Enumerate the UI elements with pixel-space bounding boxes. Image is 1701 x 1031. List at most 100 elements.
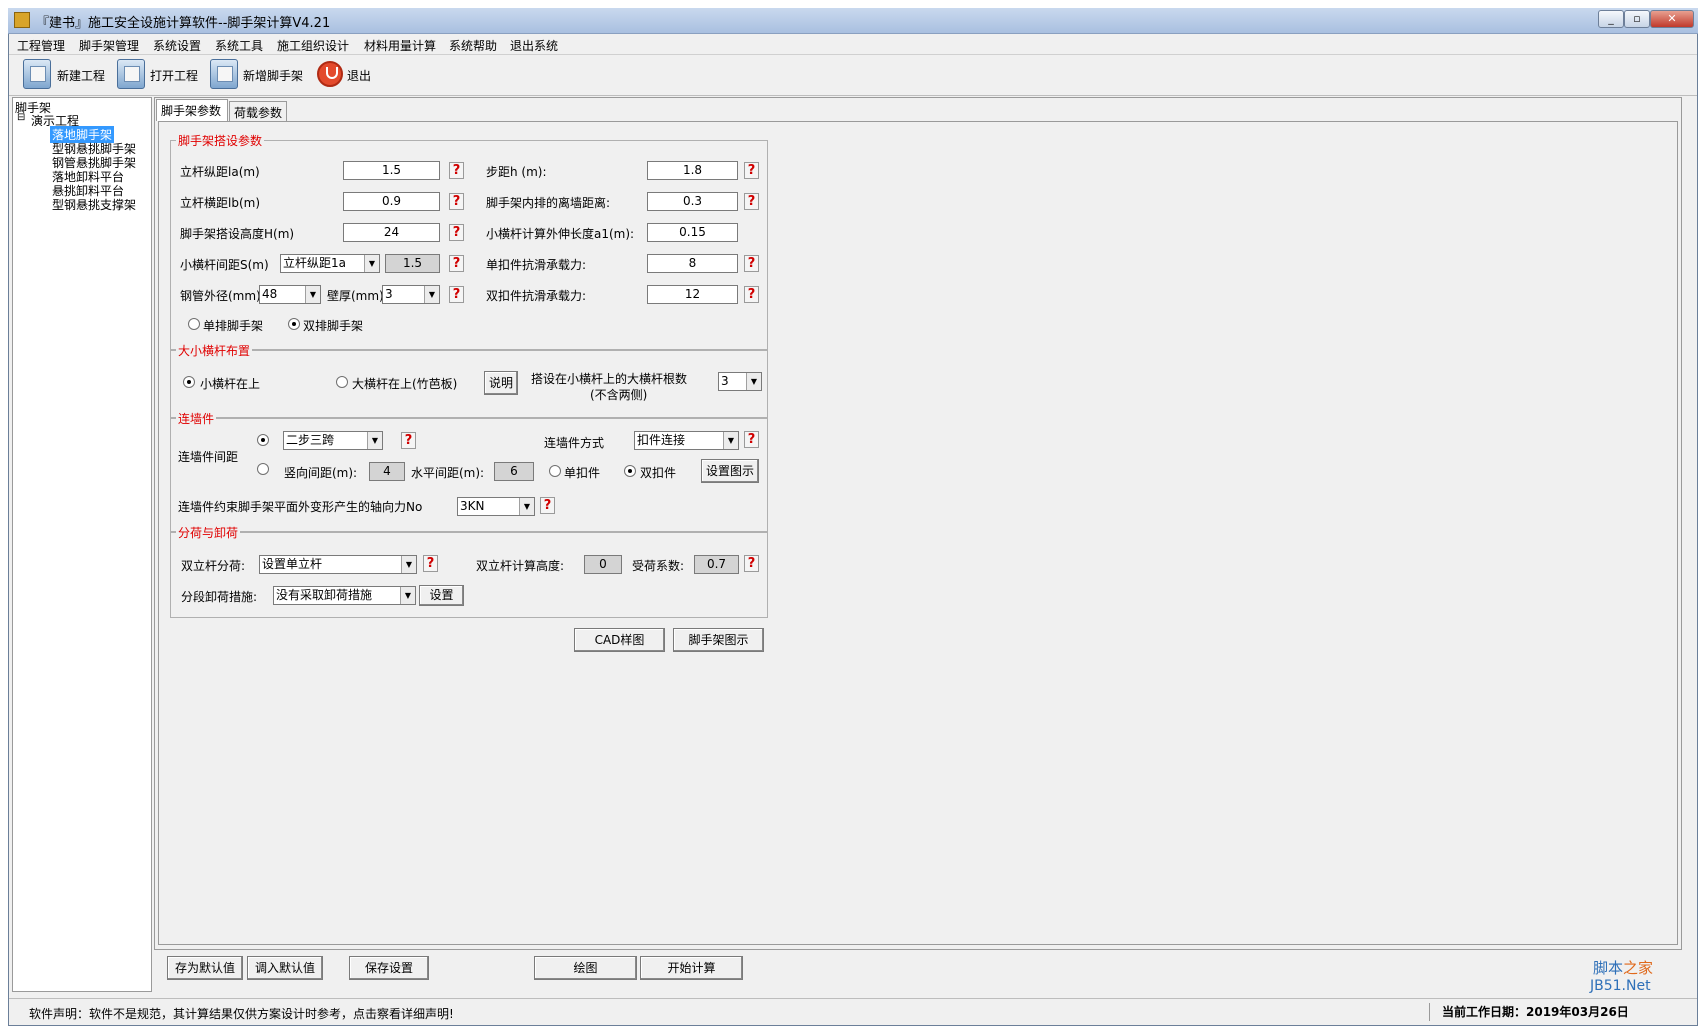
diameter-select[interactable]: 48 ▼ [259,285,321,304]
explain-button[interactable]: 说明 [484,371,518,395]
menu-construction-design[interactable]: 施工组织设计 [277,37,349,54]
menu-scaffold[interactable]: 脚手架管理 [79,37,139,54]
single-row-label[interactable]: 单排脚手架 [203,317,263,334]
cad-sample-button[interactable]: CAD样图 [574,628,665,652]
spacing-s-select[interactable]: 立杆纵距1a ▼ [280,254,380,273]
horizontal-spacing-input[interactable]: 6 [494,462,534,481]
chevron-down-icon[interactable]: ▼ [401,556,416,573]
a1-input[interactable]: 0.15 [647,223,738,242]
project-tree[interactable]: 脚手架 ⊟ 演示工程 落地脚手架 型钢悬挑脚手架 钢管悬挑脚手架 落地卸料平台 … [12,97,152,992]
chevron-down-icon[interactable]: ▼ [723,432,738,449]
load-default-button[interactable]: 调入默认值 [247,956,323,980]
wall-select[interactable]: 3 ▼ [382,285,440,304]
help-icon[interactable]: ? [423,555,438,572]
help-icon[interactable]: ? [744,286,759,303]
tab-load-params[interactable]: 荷载参数 [229,101,287,123]
single-fastener-option[interactable]: 单扣件 [564,464,600,481]
help-icon[interactable]: ? [449,193,464,210]
minimize-button[interactable]: _ [1598,10,1624,28]
help-icon[interactable]: ? [449,162,464,179]
help-icon[interactable]: ? [744,255,759,272]
menu-tools[interactable]: 系统工具 [215,37,263,54]
open-project-icon[interactable] [117,59,145,89]
collapse-icon[interactable]: ⊟ [17,112,25,123]
tie-spacing-preset-radio[interactable] [257,434,269,446]
add-scaffold-icon[interactable] [210,59,238,89]
power-icon[interactable] [317,61,343,87]
double-pole-height-input[interactable]: 0 [584,555,622,574]
axial-force-select[interactable]: 3KN ▼ [457,497,535,516]
horizontal-spacing-label: 水平间距(m): [411,466,485,480]
tie-method-select[interactable]: 扣件连接 ▼ [634,431,739,450]
lb-input[interactable]: 0.9 [343,192,440,211]
add-scaffold-button[interactable]: 新增脚手架 [243,67,303,84]
vertical-spacing-input[interactable]: 4 [369,462,405,481]
unloading-set-button[interactable]: 设置 [419,585,464,606]
new-project-icon[interactable] [23,59,51,89]
small-bar-on-top-label[interactable]: 小横杆在上 [200,375,260,392]
help-icon[interactable]: ? [449,224,464,241]
unloading-select[interactable]: 没有采取卸荷措施 ▼ [273,586,416,605]
double-row-radio[interactable] [288,318,300,330]
chevron-down-icon[interactable]: ▼ [364,255,379,272]
open-project-button[interactable]: 打开工程 [150,67,198,84]
save-settings-button[interactable]: 保存设置 [349,956,429,980]
draw-button[interactable]: 绘图 [534,956,637,980]
load-coefficient-input[interactable]: 0.7 [694,555,739,574]
single-row-radio[interactable] [188,318,200,330]
help-icon[interactable]: ? [449,255,464,272]
start-calculation-button[interactable]: 开始计算 [640,956,743,980]
scaffold-figure-button[interactable]: 脚手架图示 [673,628,764,652]
tie-method-select-value: 扣件连接 [637,433,686,447]
la-input[interactable]: 1.5 [343,161,440,180]
large-bar-on-top-radio[interactable] [336,376,348,388]
tie-spacing-custom-radio[interactable] [257,463,269,475]
chevron-down-icon[interactable]: ▼ [746,373,761,390]
menu-project[interactable]: 工程管理 [17,37,65,54]
double-fastener-option[interactable]: 双扣件 [640,464,676,481]
small-bar-on-top-radio[interactable] [183,376,195,388]
wall-distance-input[interactable]: 0.3 [647,192,738,211]
help-icon[interactable]: ? [540,497,555,514]
step-input[interactable]: 1.8 [647,161,738,180]
double-fastener-input[interactable]: 12 [647,285,738,304]
help-icon[interactable]: ? [744,162,759,179]
double-row-label[interactable]: 双排脚手架 [303,317,363,334]
tree-item[interactable]: 型钢悬挑支撑架 [52,196,136,213]
chevron-down-icon[interactable]: ▼ [400,587,415,604]
la-label: 立杆纵距la(m) [180,165,260,179]
setting-figure-button[interactable]: 设置图示 [701,459,759,483]
height-input[interactable]: 24 [343,223,440,242]
chevron-down-icon[interactable]: ▼ [424,286,439,303]
menu-material[interactable]: 材料用量计算 [364,37,436,54]
group-title: 连墙件 [176,410,217,427]
tab-scaffold-params[interactable]: 脚手架参数 [156,99,228,121]
help-icon[interactable]: ? [449,286,464,303]
help-icon[interactable]: ? [744,193,759,210]
single-fastener-input[interactable]: 8 [647,254,738,273]
chevron-down-icon[interactable]: ▼ [367,432,382,449]
help-icon[interactable]: ? [744,431,759,448]
spacing-s-input[interactable]: 1.5 [385,254,440,273]
double-pole-split-select[interactable]: 设置单立杆 ▼ [259,555,417,574]
double-fastener-radio[interactable] [624,465,636,477]
bar-count-select[interactable]: 3 ▼ [718,372,762,391]
double-pole-split-label: 双立杆分荷: [181,559,246,573]
menu-exit[interactable]: 退出系统 [510,37,558,54]
chevron-down-icon[interactable]: ▼ [519,498,534,515]
maximize-button[interactable]: ▫ [1624,10,1650,28]
tie-spacing-select[interactable]: 二步三跨 ▼ [283,431,383,450]
large-bar-on-top-label[interactable]: 大横杆在上(竹芭板) [352,375,457,392]
single-fastener-radio[interactable] [549,465,561,477]
disclaimer-text[interactable]: 软件声明：软件不是规范，其计算结果仅供方案设计时参考，点击察看详细声明! [29,1005,454,1022]
close-button[interactable]: ✕ [1650,10,1694,28]
unloading-select-value: 没有采取卸荷措施 [276,588,373,602]
new-project-button[interactable]: 新建工程 [57,67,105,84]
chevron-down-icon[interactable]: ▼ [305,286,320,303]
menu-settings[interactable]: 系统设置 [153,37,201,54]
menu-help[interactable]: 系统帮助 [449,37,497,54]
save-default-button[interactable]: 存为默认值 [167,956,243,980]
help-icon[interactable]: ? [401,432,416,449]
exit-button[interactable]: 退出 [347,67,371,84]
help-icon[interactable]: ? [744,555,759,572]
